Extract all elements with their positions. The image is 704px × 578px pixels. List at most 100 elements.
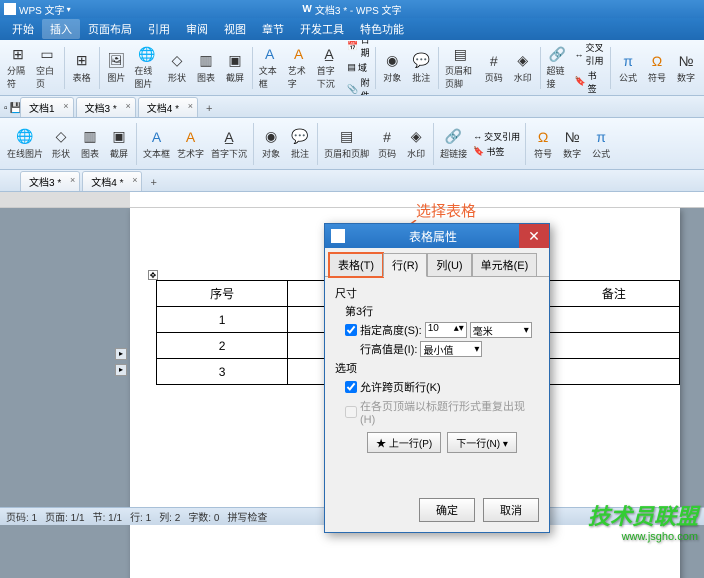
height-spinner[interactable]: 10▴▾ <box>425 322 467 338</box>
btn-screenshot-2[interactable]: ▣截屏 <box>105 126 133 162</box>
next-row-button[interactable]: 下一行(N) ▾ <box>447 432 517 453</box>
menu-review[interactable]: 审阅 <box>178 19 216 39</box>
btn-wordart[interactable]: A艺术字 <box>285 43 313 92</box>
menu-devtools[interactable]: 开发工具 <box>292 19 352 39</box>
btn-equation-2[interactable]: π公式 <box>587 126 615 162</box>
btn-bookmark[interactable]: 🔖书签 <box>572 69 607 95</box>
menu-section[interactable]: 章节 <box>254 19 292 39</box>
btn-headerfooter[interactable]: ▤页眉和页脚 <box>442 43 479 92</box>
tab-doc3-2[interactable]: 文档3 *× <box>20 171 80 191</box>
dialog-tab-row[interactable]: 行(R) <box>383 253 427 277</box>
btn-textbox-2[interactable]: A文本框 <box>140 126 173 162</box>
btn-table[interactable]: ⊞表格 <box>68 50 96 86</box>
close-icon[interactable]: × <box>70 175 75 185</box>
btn-crossref-2[interactable]: ↔交叉引用 <box>471 130 522 143</box>
menu-bar: 开始 插入 页面布局 引用 审阅 视图 章节 开发工具 特色功能 <box>0 18 704 40</box>
btn-hyperlink-2[interactable]: 🔗超链接 <box>437 126 470 162</box>
btn-hyperlink[interactable]: 🔗超链接 <box>543 43 571 92</box>
btn-picture[interactable]: 🖼图片 <box>102 50 130 86</box>
btn-object-2[interactable]: ◉对象 <box>257 126 285 162</box>
dialog-tab-column[interactable]: 列(U) <box>427 253 471 277</box>
table-header-cell[interactable]: 备注 <box>548 281 679 307</box>
dialog-titlebar[interactable]: 表格属性 ✕ <box>325 224 549 248</box>
btn-symbol-2[interactable]: Ω符号 <box>529 126 557 162</box>
horizontal-ruler[interactable] <box>0 192 704 208</box>
btn-separator[interactable]: ⊞分隔符 <box>4 43 32 92</box>
btn-attachment[interactable]: 📎附件 <box>345 76 371 96</box>
btn-number[interactable]: №数字 <box>672 50 700 86</box>
btn-pagenumber[interactable]: #页码 <box>480 50 508 86</box>
table-cell[interactable]: 3 <box>157 359 288 385</box>
btn-onlinepic[interactable]: 🌐在线图片 <box>131 43 162 92</box>
status-line[interactable]: 行: 1 <box>130 509 151 524</box>
dialog-tab-table[interactable]: 表格(T) <box>329 253 383 277</box>
close-icon[interactable]: × <box>126 101 131 111</box>
ok-button[interactable]: 确定 <box>419 498 475 522</box>
btn-date[interactable]: 📅日期 <box>345 40 371 59</box>
close-icon[interactable]: × <box>132 175 137 185</box>
btn-headerfooter-2[interactable]: ▤页眉和页脚 <box>321 126 372 162</box>
specify-height-checkbox[interactable] <box>345 324 357 336</box>
row-height-mode-combo[interactable]: 最小值▾ <box>420 341 482 357</box>
menu-special[interactable]: 特色功能 <box>352 19 412 39</box>
menu-pagelayout[interactable]: 页面布局 <box>80 19 140 39</box>
status-chars[interactable]: 字数: 0 <box>188 509 219 524</box>
btn-textbox[interactable]: A文本框 <box>256 43 284 92</box>
btn-watermark-2[interactable]: ◈水印 <box>402 126 430 162</box>
gutter-tool-icon[interactable]: ▸ <box>115 348 127 360</box>
table-cell[interactable]: 1 <box>157 307 288 333</box>
tab-doc4[interactable]: 文档4 *× <box>138 97 198 117</box>
prev-row-button[interactable]: ★ 上一行(P) <box>367 432 441 453</box>
btn-comment[interactable]: 💬批注 <box>407 50 435 86</box>
btn-watermark[interactable]: ◈水印 <box>509 50 537 86</box>
menu-start[interactable]: 开始 <box>4 19 42 39</box>
status-spellcheck[interactable]: 拼写检查 <box>227 509 267 524</box>
btn-crossref[interactable]: ↔交叉引用 <box>572 41 607 67</box>
btn-number-2[interactable]: №数字 <box>558 126 586 162</box>
dialog-close-button[interactable]: ✕ <box>519 224 549 248</box>
btn-symbol[interactable]: Ω符号 <box>643 50 671 86</box>
tab-doc4-2[interactable]: 文档4 *× <box>82 171 142 191</box>
chart-icon: ▥ <box>197 52 215 70</box>
tab-add-button-2[interactable]: + <box>144 175 162 191</box>
btn-comment-2[interactable]: 💬批注 <box>286 126 314 162</box>
btn-shapes-2[interactable]: ◇形状 <box>47 126 75 162</box>
cancel-button[interactable]: 取消 <box>483 498 539 522</box>
tab-doc1[interactable]: 文档1× <box>20 97 74 117</box>
btn-blankpage[interactable]: ▭空白页 <box>33 43 61 92</box>
tab-add-button[interactable]: + <box>200 101 218 117</box>
table-header-cell[interactable]: 序号 <box>157 281 288 307</box>
status-section[interactable]: 节: 1/1 <box>93 509 122 524</box>
btn-object[interactable]: ◉对象 <box>378 50 406 86</box>
menu-references[interactable]: 引用 <box>140 19 178 39</box>
status-page[interactable]: 页码: 1 <box>6 509 37 524</box>
field-icon: ▤ <box>347 62 356 73</box>
close-icon[interactable]: × <box>63 101 68 111</box>
btn-dropcap-2[interactable]: A̲首字下沉 <box>208 126 250 162</box>
dropdown-icon[interactable]: ▾ <box>67 5 71 14</box>
btn-bookmark-2[interactable]: 🔖书签 <box>471 145 522 158</box>
table-move-handle[interactable]: ✥ <box>148 270 158 280</box>
btn-equation[interactable]: π公式 <box>614 50 642 86</box>
btn-field[interactable]: ▤域 <box>345 61 371 74</box>
btn-chart[interactable]: ▥图表 <box>192 50 220 86</box>
height-unit-combo[interactable]: 毫米▾ <box>470 322 532 338</box>
btn-dropcap[interactable]: A̲首字下沉 <box>314 43 345 92</box>
btn-wordart-2[interactable]: A艺术字 <box>174 126 207 162</box>
allow-break-checkbox[interactable] <box>345 381 357 393</box>
btn-shapes[interactable]: ◇形状 <box>163 50 191 86</box>
close-icon[interactable]: × <box>188 101 193 111</box>
status-pages[interactable]: 页面: 1/1 <box>45 509 84 524</box>
menu-insert[interactable]: 插入 <box>42 19 80 39</box>
btn-screenshot[interactable]: ▣截屏 <box>221 50 249 86</box>
dialog-tab-cell[interactable]: 单元格(E) <box>472 253 538 277</box>
table-cell[interactable]: 2 <box>157 333 288 359</box>
qat-new-icon[interactable]: ▫ <box>4 103 8 114</box>
menu-view[interactable]: 视图 <box>216 19 254 39</box>
tab-doc3[interactable]: 文档3 *× <box>76 97 136 117</box>
btn-pagenumber-2[interactable]: #页码 <box>373 126 401 162</box>
btn-onlinepic-2[interactable]: 🌐在线图片 <box>4 126 46 162</box>
gutter-tool-icon[interactable]: ▸ <box>115 364 127 376</box>
btn-chart-2[interactable]: ▥图表 <box>76 126 104 162</box>
status-column[interactable]: 列: 2 <box>159 509 180 524</box>
